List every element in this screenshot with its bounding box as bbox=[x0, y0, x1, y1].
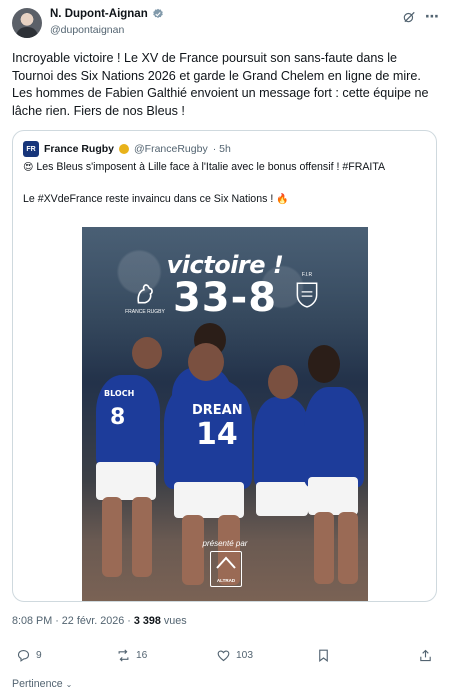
left-crest-label: FRANCE RUGBY bbox=[125, 309, 165, 315]
right-crest-label: F.I.R bbox=[301, 272, 313, 278]
jersey-name-2: BLOCH bbox=[104, 389, 135, 398]
player-right-shorts bbox=[256, 482, 308, 516]
chevron-down-icon: ⌄ bbox=[65, 680, 73, 689]
action-bar: 9 16 103 bbox=[0, 648, 452, 672]
player-far-right-head bbox=[308, 345, 340, 383]
tweet: N. Dupont-Aignan @dupontaignan ⋯ Incroya… bbox=[0, 0, 452, 697]
sort-dropdown[interactable]: Pertinence ⌄ bbox=[12, 678, 72, 690]
tweet-text: Incroyable victoire ! Le XV de France po… bbox=[12, 51, 429, 118]
player-left-leg-2 bbox=[132, 497, 152, 577]
jersey-name: DREAN bbox=[192, 403, 243, 418]
quoted-tweet[interactable]: FR France Rugby @FranceRugby · 5h 😍 Les … bbox=[12, 130, 437, 602]
altrad-logo: ALTRAD bbox=[210, 551, 242, 587]
player-far-right bbox=[304, 387, 364, 487]
player-far-right-leg-2 bbox=[338, 512, 358, 584]
sort-label: Pertinence bbox=[12, 678, 63, 690]
player-left-head bbox=[132, 337, 162, 369]
affiliate-badge-icon bbox=[119, 144, 130, 154]
author-name[interactable]: N. Dupont-Aignan bbox=[50, 8, 148, 20]
jersey-number: 14 bbox=[196, 417, 238, 452]
fire-emoji-icon: 🔥 bbox=[276, 194, 289, 205]
reply-count: 9 bbox=[36, 650, 42, 661]
reply-icon bbox=[17, 649, 30, 662]
quoted-handle[interactable]: @FranceRugby bbox=[134, 143, 208, 155]
quoted-line-2-text: Le #XVdeFrance reste invaincu dans ce Si… bbox=[23, 193, 274, 205]
reply-button[interactable]: 9 bbox=[16, 648, 42, 663]
like-count: 103 bbox=[236, 650, 253, 661]
share-icon bbox=[420, 649, 431, 662]
quoted-header: FR France Rugby @FranceRugby · 5h bbox=[23, 141, 231, 157]
player-left-shorts bbox=[96, 462, 156, 500]
heart-icon bbox=[217, 650, 230, 662]
jersey-number-2: 8 bbox=[110, 405, 126, 430]
repost-icon bbox=[118, 649, 129, 662]
author-handle[interactable]: @dupontaignan bbox=[50, 24, 124, 36]
verified-badge-icon bbox=[152, 8, 163, 18]
presented-by: présenté par bbox=[202, 539, 248, 548]
player-center-leg bbox=[182, 515, 204, 585]
repost-button[interactable]: 16 bbox=[116, 648, 147, 663]
timestamp-line: 8:08 PM · 22 févr. 2026 · 3 398 vues bbox=[12, 615, 187, 627]
grok-icon[interactable] bbox=[402, 10, 416, 24]
views-label: vues bbox=[160, 615, 187, 627]
rooster-crest-icon bbox=[137, 284, 153, 304]
share-button[interactable] bbox=[418, 648, 433, 663]
player-center-head bbox=[188, 343, 224, 381]
author-row: N. Dupont-Aignan bbox=[50, 8, 164, 20]
quoted-line-1: 😍 Les Bleus s'imposent à Lille face à l'… bbox=[23, 161, 385, 173]
timestamp[interactable]: 8:08 PM · 22 févr. 2026 · bbox=[12, 615, 134, 627]
match-photo[interactable]: victoire ! 33-8 FRANCE RUGBY F.I.R BLOCH… bbox=[82, 227, 368, 601]
altrad-text: ALTRAD bbox=[216, 578, 236, 583]
france-rugby-logo[interactable]: FR bbox=[23, 141, 39, 157]
bookmark-button[interactable] bbox=[316, 648, 331, 663]
fir-crest-icon bbox=[296, 282, 318, 308]
altrad-mark-icon bbox=[216, 556, 236, 569]
like-button[interactable]: 103 bbox=[216, 648, 253, 663]
quoted-name[interactable]: France Rugby bbox=[44, 143, 114, 155]
quoted-line-1-text: Les Bleus s'imposent à Lille face à l'It… bbox=[36, 161, 386, 173]
player-center-shorts bbox=[174, 482, 244, 518]
player-far-right-leg bbox=[314, 512, 334, 584]
player-right-head bbox=[268, 365, 298, 399]
player-right bbox=[254, 397, 310, 487]
more-options-icon[interactable]: ⋯ bbox=[425, 8, 440, 25]
repost-count: 16 bbox=[136, 650, 148, 661]
player-left-leg bbox=[102, 497, 122, 577]
bookmark-icon bbox=[319, 649, 328, 662]
quoted-line-2: Le #XVdeFrance reste invaincu dans ce Si… bbox=[23, 193, 289, 205]
quoted-time[interactable]: · 5h bbox=[213, 143, 231, 155]
views-count: 3 398 bbox=[133, 615, 161, 627]
heart-eyes-emoji-icon: 😍 bbox=[23, 162, 34, 173]
avatar[interactable] bbox=[12, 8, 42, 38]
player-far-right-shorts bbox=[308, 477, 358, 515]
